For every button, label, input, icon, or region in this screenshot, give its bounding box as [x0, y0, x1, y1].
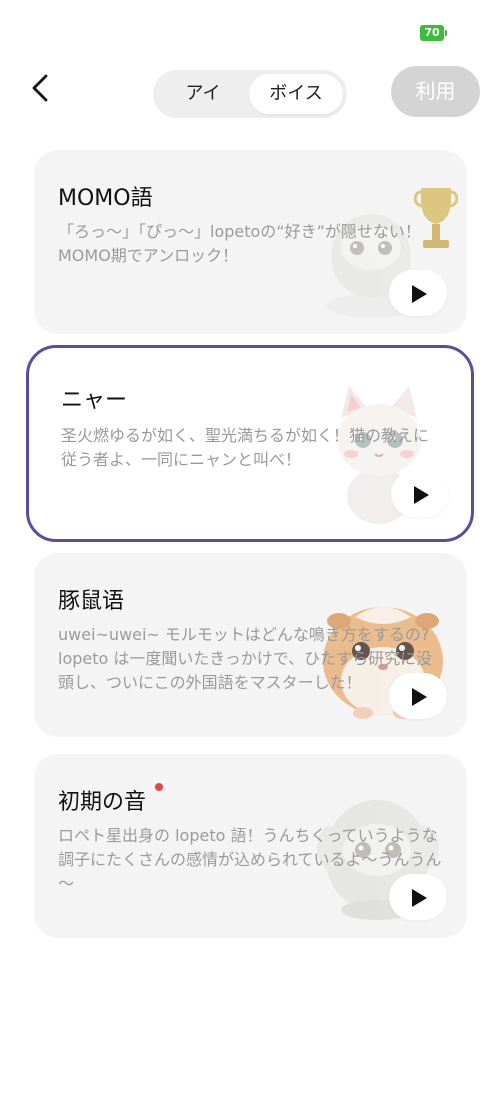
voice-card-nyaa[interactable]: ニャー 圣火燃ゆるが如く、聖光満ちるが如く！猫の教えに従う者よ、一同にニャンと叫…	[26, 345, 474, 542]
use-button[interactable]: 利用	[391, 66, 480, 117]
battery-indicator: 70	[420, 25, 447, 41]
play-button[interactable]	[389, 874, 447, 920]
card-description: 圣火燃ゆるが如く、聖光満ちるが如く！猫の教えに従う者よ、一同にニャンと叫べ！	[61, 426, 430, 469]
voice-card-momo[interactable]: MOMO語 「ろっ～」「ぴっ～」lopetoの“好き”が隠せない！MOMO期でア…	[34, 150, 467, 334]
status-bar: 70	[0, 0, 500, 60]
play-button[interactable]	[389, 673, 447, 719]
tab-eye[interactable]: アイ	[157, 74, 249, 114]
new-indicator-dot	[155, 783, 163, 791]
card-description: ロペト星出身の lopeto 語！うんちくっていうような調子にたくさんの感情が込…	[58, 826, 442, 893]
play-icon	[414, 486, 429, 504]
voice-card-guinea-pig[interactable]: 豚鼠语 uwei~uwei~ モルモットはどんな鳴き方をするの? lopeto …	[34, 553, 467, 737]
play-button[interactable]	[391, 471, 449, 517]
chevron-left-icon	[32, 74, 48, 102]
voice-card-initial[interactable]: 初期の音 ロペト星出身の lopeto 語！うんちくっていうような調子にたくさん…	[34, 754, 467, 938]
play-icon	[412, 688, 427, 706]
card-title: MOMO語	[58, 186, 153, 211]
card-title: 豚鼠语	[58, 589, 125, 614]
play-button[interactable]	[389, 270, 447, 316]
card-title: 初期の音	[58, 790, 147, 815]
play-icon	[412, 285, 427, 303]
card-title: ニャー	[61, 388, 128, 413]
card-description: uwei~uwei~ モルモットはどんな鳴き方をするの? lopeto は一度聞…	[58, 625, 433, 692]
play-icon	[412, 889, 427, 907]
back-button[interactable]	[22, 66, 62, 110]
card-description: 「ろっ～」「ぴっ～」lopetoの“好き”が隠せない！MOMO期でアンロック！	[58, 222, 421, 265]
mode-segmented-control: アイ ボイス	[153, 70, 347, 118]
tab-voice[interactable]: ボイス	[249, 74, 343, 114]
